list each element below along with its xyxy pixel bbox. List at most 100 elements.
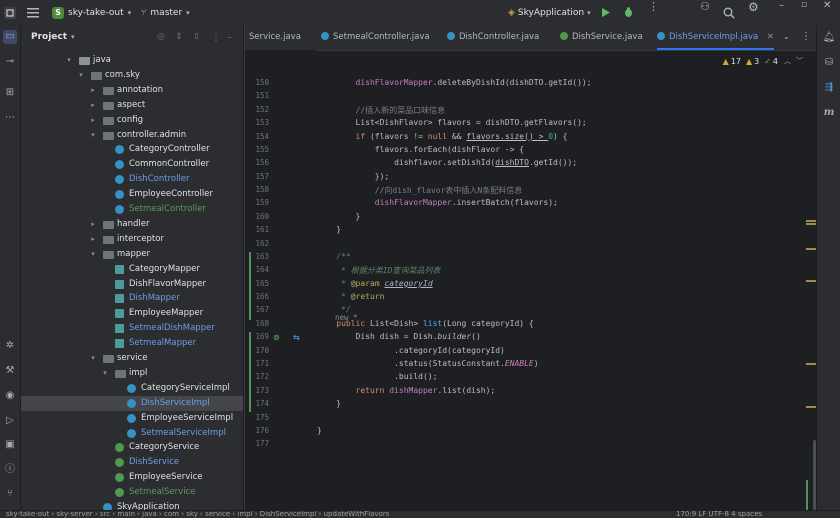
previous-highlight-icon[interactable]: ︿ <box>784 56 791 66</box>
tree-item[interactable]: SetmealServiceImpl <box>21 426 243 441</box>
mybatis-icon[interactable]: m <box>822 106 836 120</box>
more-tools-icon[interactable]: ⋯ <box>3 111 17 125</box>
line-number[interactable]: 160 <box>245 212 269 221</box>
line-number[interactable]: 161 <box>245 225 269 234</box>
line-number[interactable]: 155 <box>245 145 269 154</box>
close-tab-icon[interactable]: ✕ <box>764 32 774 42</box>
code-line[interactable]: if (flavors != null && flavors.size() > … <box>317 132 568 141</box>
tree-item[interactable]: ▸ handler <box>21 217 243 232</box>
tree-item[interactable]: ▸ config <box>21 113 243 128</box>
add-user-icon[interactable]: ⚇ <box>700 0 710 25</box>
tree-item[interactable]: ▾ service <box>21 351 243 366</box>
spring-bean-icon[interactable]: ⊚ <box>273 333 280 342</box>
terminal-tool-icon[interactable]: ▣ <box>3 438 17 452</box>
tree-item[interactable]: EmployeeService <box>21 470 243 485</box>
tree-item[interactable]: EmployeeMapper <box>21 306 243 321</box>
tree-item[interactable]: CategoryMapper <box>21 262 243 277</box>
code-line[interactable]: } <box>317 212 361 221</box>
chevron-right-icon[interactable]: ▸ <box>89 83 97 98</box>
code-vision-hint[interactable]: new * <box>335 313 358 322</box>
tree-item[interactable]: SetmealController <box>21 202 243 217</box>
chevron-right-icon[interactable]: ▸ <box>89 232 97 247</box>
line-number[interactable]: 153 <box>245 118 269 127</box>
minimize-icon[interactable]: – <box>779 0 784 25</box>
git-tool-icon[interactable]: ⑂ <box>3 487 17 501</box>
services-tool-icon[interactable]: ✲ <box>3 339 17 353</box>
chevron-down-icon[interactable]: ▾ <box>89 128 97 143</box>
warning-stripe-mark[interactable] <box>806 220 816 222</box>
code-line[interactable]: } <box>317 426 322 435</box>
tree-item[interactable]: DishController <box>21 172 243 187</box>
chevron-right-icon[interactable]: ▸ <box>89 98 97 113</box>
line-number[interactable]: 154 <box>245 132 269 141</box>
code-line[interactable]: * @param categoryId <box>317 279 433 288</box>
inspection-widget[interactable]: ▲ 17 ▲ 3 ✓ 4 ︿ ﹀ <box>723 55 803 67</box>
code-line[interactable]: //插入新的菜品口味信息 <box>317 105 446 116</box>
maven-icon[interactable]: ⇶ <box>822 81 836 95</box>
run-tool-icon[interactable]: ▷ <box>3 414 17 428</box>
code-editor[interactable]: dishFlavorMapper.deleteByDishId(dishDTO.… <box>317 50 797 510</box>
chevron-down-icon[interactable]: ▾ <box>77 68 85 83</box>
code-line[interactable]: * 根据分类ID查询菜品列表 <box>317 265 440 276</box>
code-line[interactable]: .status(StatusConstant.ENABLE) <box>317 359 539 368</box>
chevron-down-icon[interactable]: ▾ <box>71 33 75 41</box>
tree-item[interactable]: ▾ controller.admin <box>21 128 243 143</box>
line-number[interactable]: 159 <box>245 198 269 207</box>
code-line[interactable]: } <box>317 399 341 408</box>
editor-tab[interactable]: SetmealController.java <box>321 25 430 50</box>
line-number[interactable]: 175 <box>245 413 269 422</box>
code-line[interactable]: return dishMapper.list(dish); <box>317 386 496 395</box>
next-highlight-icon[interactable]: ﹀ <box>796 56 803 66</box>
problems-tool-icon[interactable]: ⓘ <box>3 463 17 477</box>
line-number[interactable]: 176 <box>245 426 269 435</box>
tree-item[interactable]: CommonController <box>21 157 243 172</box>
database-icon[interactable]: ⛁ <box>822 56 836 70</box>
project-widget[interactable]: S sky-take-out ▾ <box>52 0 131 25</box>
tree-item[interactable]: ▸ aspect <box>21 98 243 113</box>
line-number[interactable]: 156 <box>245 158 269 167</box>
chevron-right-icon[interactable]: ▸ <box>89 113 97 128</box>
debug-tool-icon[interactable]: ◉ <box>3 389 17 403</box>
project-panel-title[interactable]: Project <box>31 32 67 42</box>
tab-list-chevron-icon[interactable]: ⌄ <box>783 32 790 41</box>
vcs-change-marker[interactable] <box>249 332 251 412</box>
chevron-down-icon[interactable]: ▾ <box>101 366 109 381</box>
tree-item[interactable]: ▾ impl <box>21 366 243 381</box>
tree-item[interactable]: DishServiceImpl <box>21 395 243 411</box>
chevron-down-icon[interactable]: ▾ <box>89 247 97 262</box>
tree-item[interactable]: DishFlavorMapper <box>21 277 243 292</box>
main-menu-icon[interactable] <box>27 0 39 25</box>
code-line[interactable]: .categoryId(categoryId) <box>317 346 505 355</box>
project-tool-icon[interactable]: ▭ <box>3 30 17 44</box>
settings-gear-icon[interactable]: ⚙ <box>748 0 759 25</box>
editor-tab[interactable]: DishServiceImpl.java ✕ <box>657 25 775 50</box>
code-line[interactable]: //向dish_flavor表中插入N条配料信息 <box>317 185 522 196</box>
tree-item[interactable]: DishService <box>21 455 243 470</box>
warning-stripe-mark[interactable] <box>806 223 816 225</box>
chevron-right-icon[interactable]: ▸ <box>89 217 97 232</box>
tab-options-icon[interactable]: ⋮ <box>801 31 811 42</box>
code-line[interactable]: dishflavor.setDishId(dishDTO.getId()); <box>317 158 577 167</box>
tree-item[interactable]: SetmealMapper <box>21 336 243 351</box>
hide-panel-icon[interactable]: – <box>227 32 232 43</box>
warning-stripe-mark[interactable] <box>806 248 816 250</box>
tree-item[interactable]: EmployeeController <box>21 187 243 202</box>
tree-item[interactable]: ▾ java <box>21 53 243 68</box>
editor-tab[interactable]: Service.java <box>249 25 301 50</box>
code-line[interactable]: } <box>317 225 341 234</box>
implementation-marker-icon[interactable]: ⇆ <box>293 333 300 342</box>
more-actions-icon[interactable]: ⋮ <box>648 0 659 25</box>
code-line[interactable]: /** <box>317 252 350 261</box>
warning-stripe-mark[interactable] <box>806 406 816 408</box>
vcs-branch-widget[interactable]: ⑂ master ▾ <box>141 0 190 25</box>
line-number[interactable]: 162 <box>245 239 269 248</box>
vcs-change-marker[interactable] <box>249 252 251 320</box>
restore-icon[interactable]: ▫ <box>801 0 807 25</box>
close-window-icon[interactable]: ✕ <box>823 0 831 25</box>
tree-item[interactable]: ▸ annotation <box>21 83 243 98</box>
code-line[interactable]: List<DishFlavor> flavors = dishDTO.getFl… <box>317 118 587 127</box>
line-number[interactable]: 152 <box>245 105 269 114</box>
line-number[interactable]: 150 <box>245 78 269 87</box>
build-tool-icon[interactable]: ⚒ <box>3 364 17 378</box>
tree-item[interactable]: DishMapper <box>21 291 243 306</box>
